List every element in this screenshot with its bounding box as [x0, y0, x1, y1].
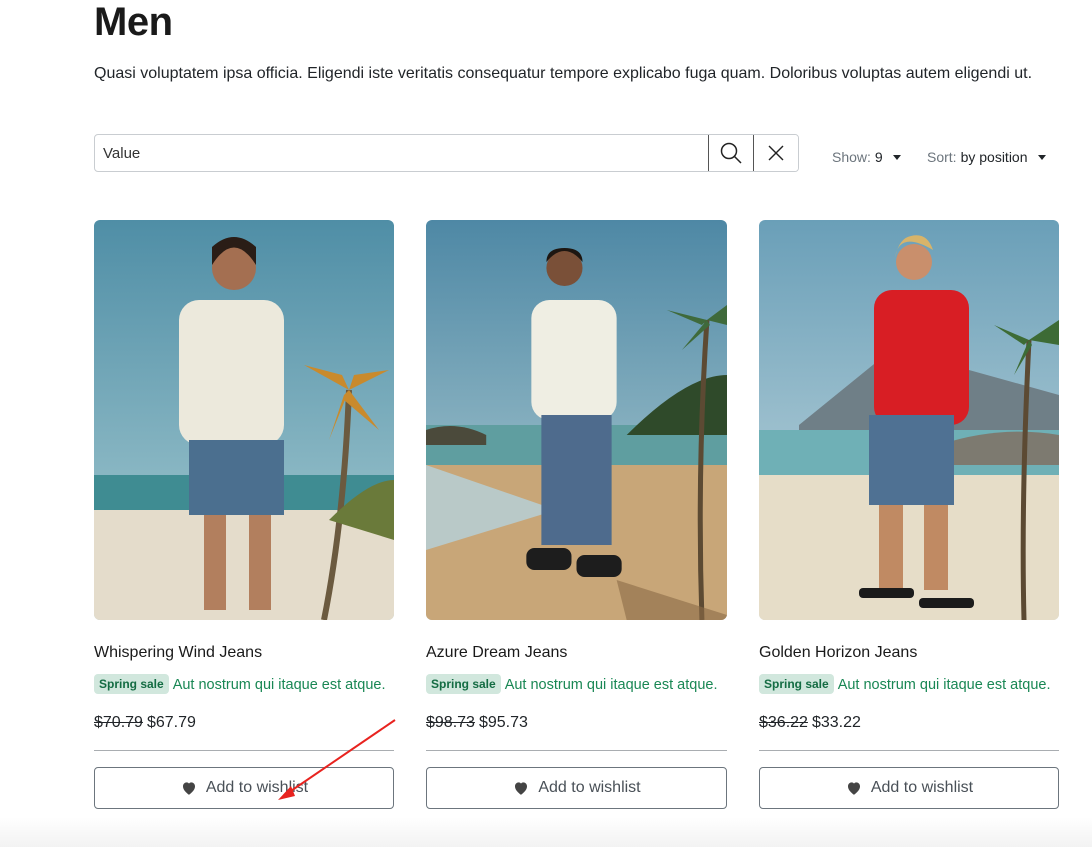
product-name[interactable]: Golden Horizon Jeans	[759, 642, 1059, 664]
price-row: $98.73 $95.73	[426, 712, 727, 734]
product-listing-page: Men Quasi voluptatem ipsa officia. Elige…	[0, 0, 1092, 847]
heart-icon	[515, 782, 528, 795]
sort-value: by position	[960, 149, 1028, 165]
product-name[interactable]: Azure Dream Jeans	[426, 642, 727, 664]
product-image[interactable]	[759, 220, 1059, 620]
promo-text: Aut nostrum qui itaque est atque.	[837, 677, 1051, 693]
sale-badge: Spring sale	[94, 674, 169, 694]
search-button[interactable]	[708, 135, 753, 171]
promo-text: Aut nostrum qui itaque est atque.	[172, 677, 386, 693]
product-card: Azure Dream Jeans Spring sale Aut nostrum…	[426, 220, 727, 809]
heart-icon	[182, 782, 195, 795]
promo-text-block: Spring sale Aut nostrum qui itaque est at…	[426, 673, 727, 697]
current-price: $67.79	[146, 714, 196, 731]
old-price: $98.73	[426, 714, 475, 731]
search-bar	[94, 134, 799, 172]
sale-badge: Spring sale	[759, 674, 834, 694]
wishlist-label: Add to wishlist	[205, 779, 309, 796]
wishlist-label: Add to wishlist	[870, 779, 974, 796]
sale-badge: Spring sale	[426, 674, 501, 694]
clear-search-button[interactable]	[753, 135, 798, 171]
add-to-wishlist-button[interactable]: Add to wishlist	[94, 767, 394, 809]
search-icon	[720, 142, 742, 164]
sort-label: Sort:	[927, 149, 957, 165]
divider	[426, 750, 727, 751]
product-card: Whispering Wind Jeans Spring sale Aut nos…	[94, 220, 394, 809]
current-price: $95.73	[478, 714, 528, 731]
close-icon	[768, 145, 784, 161]
add-to-wishlist-button[interactable]: Add to wishlist	[426, 767, 727, 809]
promo-text-block: Spring sale Aut nostrum qui itaque est at…	[759, 673, 1059, 697]
promo-text: Aut nostrum qui itaque est atque.	[504, 677, 718, 693]
sort-dropdown[interactable]: Sort: by position	[927, 146, 1046, 168]
heart-icon	[847, 782, 860, 795]
page-description: Quasi voluptatem ipsa officia. Eligendi …	[94, 65, 1033, 82]
show-value: 9	[874, 149, 883, 165]
wishlist-label: Add to wishlist	[538, 779, 641, 796]
caret-down-icon	[1037, 154, 1046, 160]
add-to-wishlist-button[interactable]: Add to wishlist	[759, 767, 1059, 809]
search-input[interactable]	[95, 135, 708, 171]
divider	[759, 750, 1059, 751]
price-row: $36.22 $33.22	[759, 712, 1059, 734]
divider	[94, 750, 394, 751]
caret-down-icon	[892, 154, 901, 160]
show-count-dropdown[interactable]: Show: 9	[832, 146, 901, 168]
bottom-shadow	[0, 817, 1092, 847]
product-image[interactable]	[94, 220, 394, 620]
product-card: Golden Horizon Jeans Spring sale Aut nost…	[759, 220, 1059, 809]
old-price: $70.79	[94, 714, 143, 731]
show-label: Show:	[832, 149, 871, 165]
page-title: Men	[94, 0, 173, 44]
product-image[interactable]	[426, 220, 727, 620]
old-price: $36.22	[759, 714, 808, 731]
product-name[interactable]: Whispering Wind Jeans	[94, 642, 394, 664]
current-price: $33.22	[811, 714, 861, 731]
price-row: $70.79 $67.79	[94, 712, 394, 734]
promo-text-block: Spring sale Aut nostrum qui itaque est at…	[94, 673, 394, 697]
